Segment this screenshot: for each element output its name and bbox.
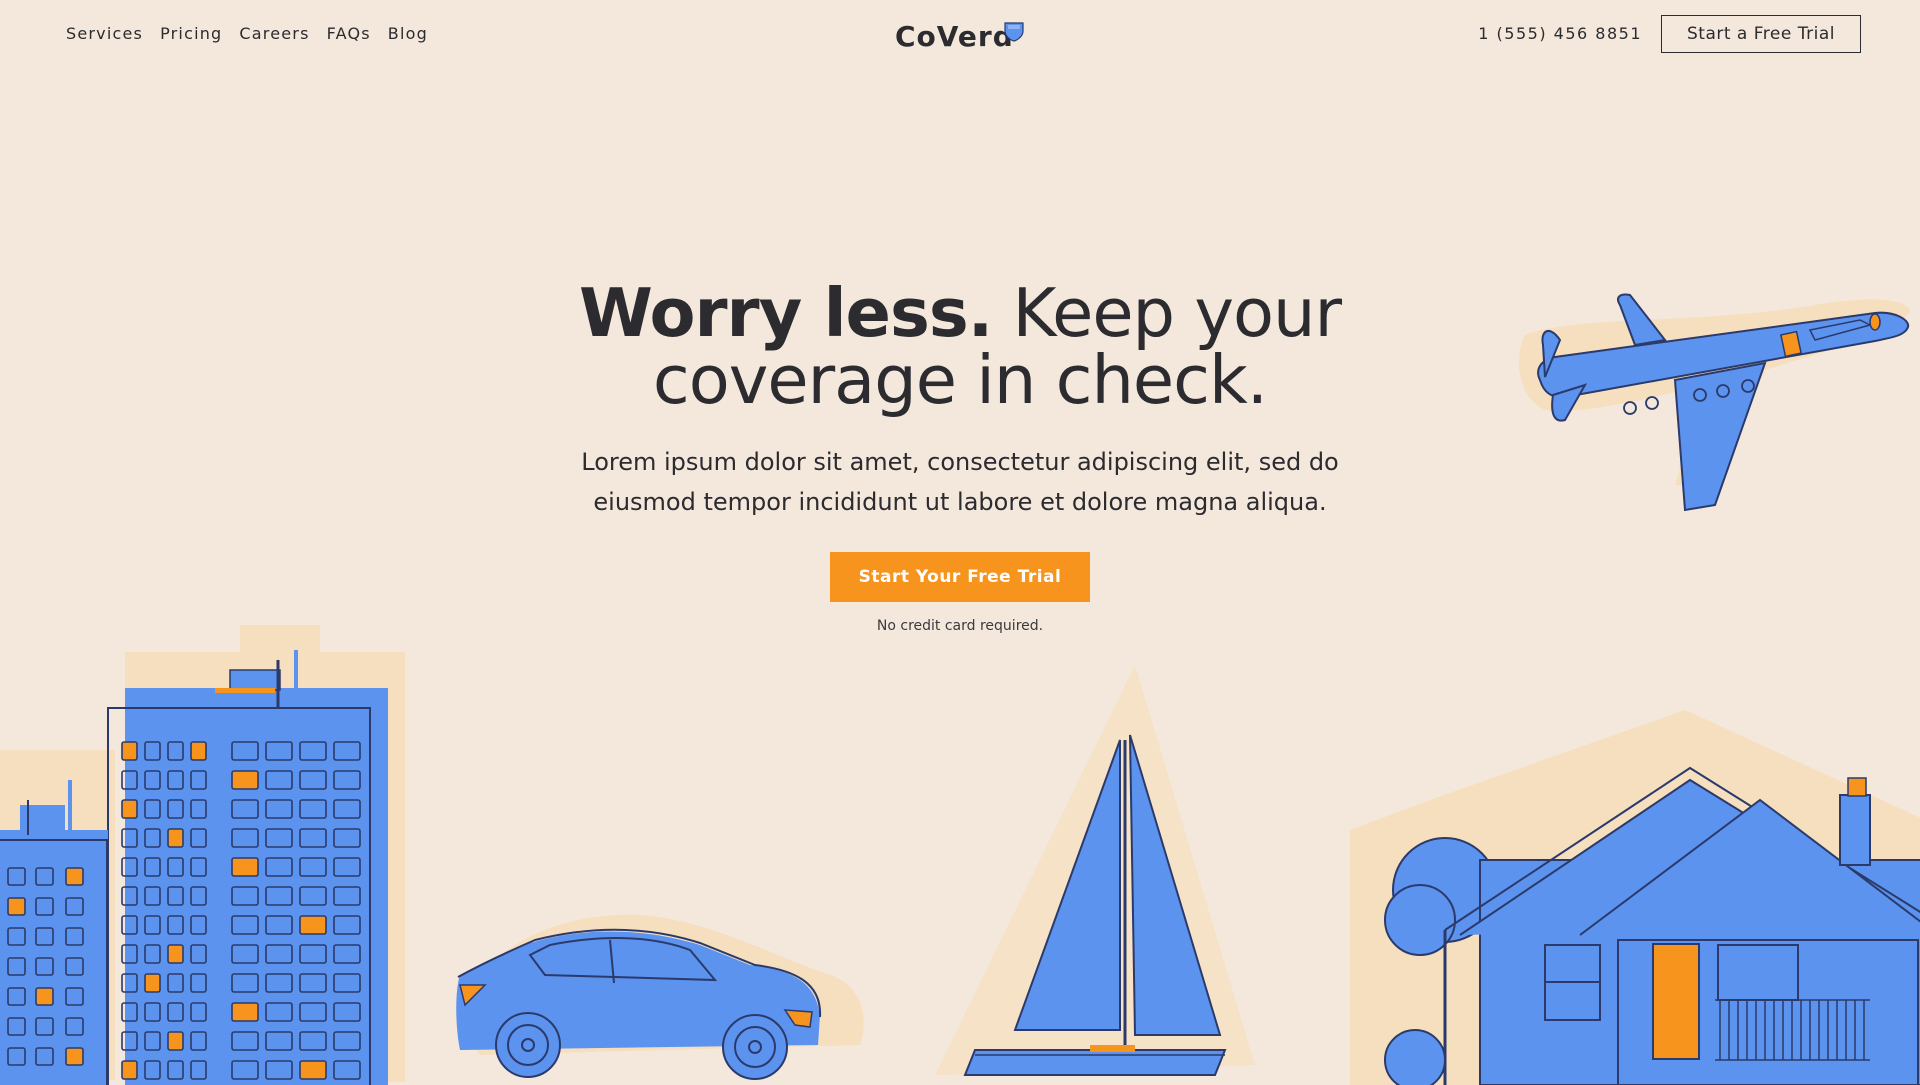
hero-headline: Worry less. Keep your coverage in check. — [460, 280, 1460, 414]
start-your-free-trial-button[interactable]: Start Your Free Trial — [830, 552, 1090, 602]
sailboat-illustration — [935, 665, 1255, 1076]
main-nav: Services Pricing Careers FAQs Blog — [66, 24, 428, 43]
hero-section: Worry less. Keep your coverage in check.… — [460, 280, 1460, 635]
nav-services-link[interactable]: Services — [66, 24, 143, 43]
house-illustration — [1350, 710, 1920, 1085]
shield-icon — [1004, 22, 1024, 42]
nav-pricing-link[interactable]: Pricing — [160, 24, 222, 43]
nav-careers-link[interactable]: Careers — [239, 24, 309, 43]
site-header: Services Pricing Careers FAQs Blog CoVer… — [0, 0, 1920, 70]
buildings-illustration — [0, 625, 405, 1085]
nav-blog-link[interactable]: Blog — [388, 24, 428, 43]
airplane-illustration — [1519, 293, 1910, 512]
brand-logo[interactable]: CoVerd — [895, 20, 1014, 53]
start-free-trial-button[interactable]: Start a Free Trial — [1661, 15, 1861, 53]
phone-number[interactable]: 1 (555) 456 8851 — [1478, 24, 1642, 43]
hero-subtitle: Lorem ipsum dolor sit amet, consectetur … — [581, 448, 1339, 516]
no-credit-card-note: No credit card required. — [876, 618, 1044, 634]
nav-faqs-link[interactable]: FAQs — [327, 24, 371, 43]
car-illustration — [456, 914, 864, 1080]
